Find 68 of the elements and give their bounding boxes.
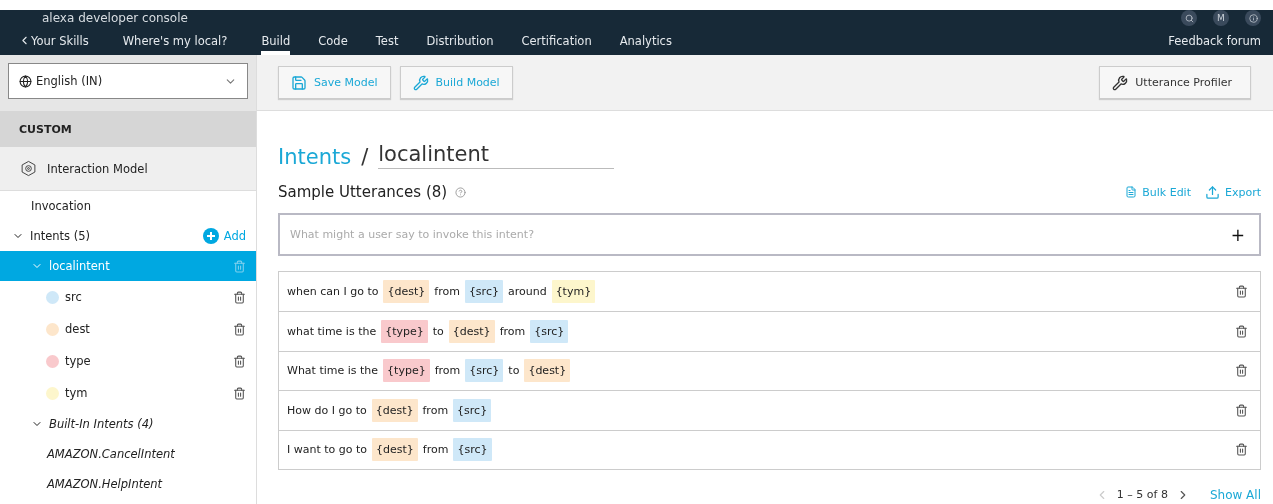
utterance-input[interactable]: What might a user say to invoke this intent? + bbox=[278, 213, 1261, 256]
delete-icon[interactable] bbox=[1235, 443, 1248, 457]
wrench-icon bbox=[1112, 74, 1129, 91]
slot-tag: {dest} bbox=[372, 438, 418, 462]
nav-tab[interactable]: Distribution bbox=[426, 26, 494, 55]
intent-name-field[interactable]: localintent bbox=[378, 142, 615, 169]
slot-item[interactable]: src bbox=[0, 281, 256, 313]
utterance-row[interactable]: what time is the {type} to {dest} from {src} bbox=[279, 311, 1260, 351]
slot-item[interactable]: type bbox=[0, 345, 256, 377]
utterance-row[interactable]: when can I go to {dest} from {src} around {tym} bbox=[279, 272, 1260, 312]
nav-tab[interactable]: Test bbox=[375, 26, 399, 55]
user-avatar[interactable]: M bbox=[1213, 10, 1229, 26]
nav-tab[interactable]: Certification bbox=[521, 26, 592, 55]
info-button[interactable] bbox=[1245, 10, 1261, 26]
sidebar-item[interactable]: Intents (5) Add bbox=[0, 221, 256, 251]
nav-tab[interactable]: Code bbox=[318, 26, 348, 55]
section-label: CUSTOM bbox=[19, 122, 72, 136]
slot-tag: {dest} bbox=[524, 359, 571, 383]
sidebar-item[interactable]: Built-In Intents (4) bbox=[0, 409, 256, 439]
delete-icon[interactable] bbox=[233, 386, 246, 400]
slot-tag: {dest} bbox=[383, 280, 430, 304]
slot-tag: {tym} bbox=[551, 280, 596, 304]
delete-icon[interactable] bbox=[1235, 285, 1248, 299]
sidebar-item[interactable]: AMAZON.CancelIntent bbox=[0, 439, 256, 469]
slot-tag: {type} bbox=[383, 359, 430, 383]
upload-icon bbox=[1205, 184, 1220, 200]
search-icon bbox=[1184, 13, 1194, 23]
wrench-icon bbox=[412, 74, 429, 91]
save-icon bbox=[291, 74, 307, 91]
gear-icon bbox=[20, 160, 37, 177]
utterance-row[interactable]: I want to go to {dest} from {src} bbox=[279, 429, 1260, 469]
delete-icon[interactable] bbox=[233, 290, 246, 304]
delete-icon[interactable] bbox=[1235, 403, 1248, 417]
section-title: Sample Utterances (8) bbox=[278, 183, 448, 201]
language-select[interactable]: English (IN) bbox=[8, 63, 248, 99]
delete-icon[interactable] bbox=[233, 354, 246, 368]
slot-tag: {src} bbox=[453, 438, 492, 462]
slot-tag: {src} bbox=[464, 280, 503, 304]
slot-tag: {src} bbox=[465, 359, 504, 383]
profiler-button[interactable]: Utterance Profiler bbox=[1099, 66, 1251, 99]
slot-tag: {type} bbox=[381, 320, 428, 344]
slot-item[interactable]: dest bbox=[0, 313, 256, 345]
plus-circle-icon bbox=[202, 228, 219, 244]
back-link[interactable]: Your Skills bbox=[18, 26, 89, 55]
sidebar-item[interactable]: Invocation bbox=[0, 191, 256, 221]
utterance-row[interactable]: How do I go to {dest} from {src} bbox=[279, 390, 1260, 430]
slot-tag: {src} bbox=[530, 320, 569, 344]
sidebar-item[interactable]: Interaction Model bbox=[0, 147, 256, 191]
document-icon bbox=[1125, 186, 1138, 198]
delete-icon[interactable] bbox=[233, 322, 246, 336]
search-button[interactable] bbox=[1181, 10, 1197, 26]
slot-item[interactable]: tym bbox=[0, 377, 256, 409]
utterance-row[interactable]: What time is the {type} from {src} to {dest} bbox=[279, 350, 1260, 391]
breadcrumb-separator: / bbox=[361, 145, 369, 169]
page-range: 1 – 5 of 8 bbox=[1116, 488, 1168, 502]
info-icon bbox=[1248, 13, 1258, 23]
skill-name[interactable]: Where's my local? bbox=[122, 26, 228, 55]
feedback-link[interactable]: Feedback forum bbox=[1168, 26, 1261, 55]
nav-tab[interactable]: Analytics bbox=[619, 26, 672, 55]
delete-icon[interactable] bbox=[1235, 364, 1248, 378]
globe-icon bbox=[19, 74, 32, 88]
delete-icon[interactable] bbox=[1235, 325, 1248, 339]
slot-tag: {src} bbox=[453, 398, 492, 422]
slot-tag: {dest} bbox=[371, 398, 418, 422]
add-button[interactable]: + bbox=[1226, 224, 1249, 245]
app-title: alexa developer console bbox=[42, 11, 188, 25]
slot-tag: {dest} bbox=[448, 320, 495, 344]
sidebar-item[interactable]: AMAZON.HelpIntent bbox=[0, 469, 256, 499]
